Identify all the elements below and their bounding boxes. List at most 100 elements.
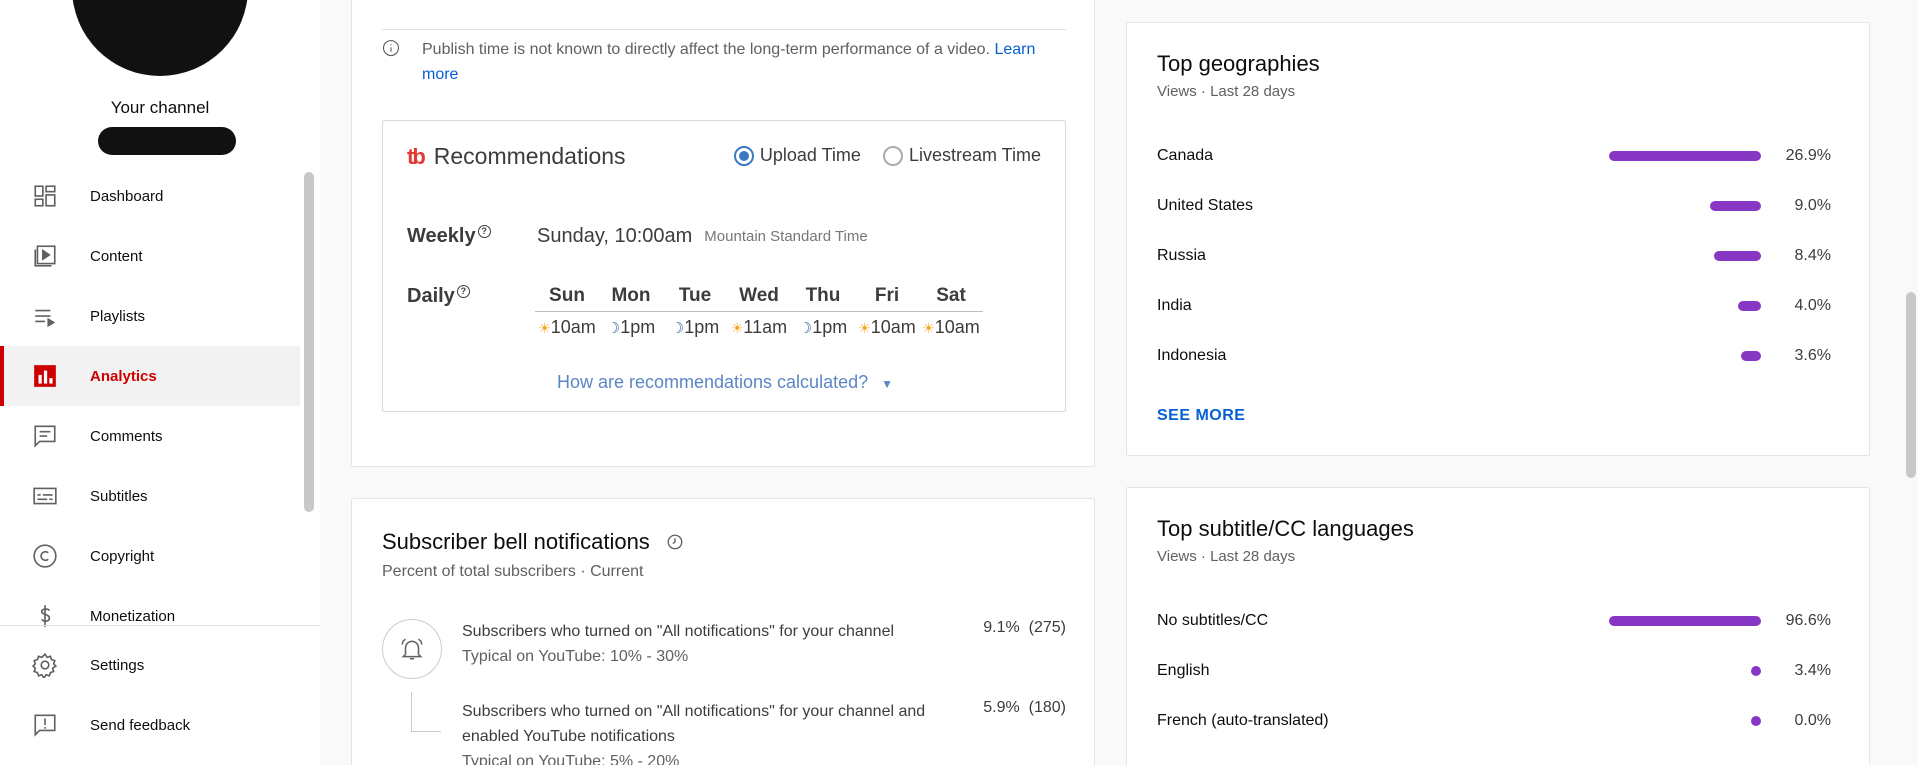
sidebar-divider [0, 625, 320, 626]
how-calculated-toggle[interactable]: How are recommendations calculated? ▼ [383, 372, 1067, 393]
sidebar-item-label: Comments [90, 427, 163, 445]
day-name: Thu [791, 285, 855, 312]
stat-row-value: 4.0% [1794, 297, 1831, 314]
info-icon [382, 37, 422, 87]
day-time: 10am [550, 317, 596, 337]
sidebar-item-analytics[interactable]: Analytics [0, 346, 300, 406]
page-scrollbar[interactable] [1906, 292, 1916, 478]
stat-row: French (auto-translated) 0.0% [1157, 696, 1841, 746]
sun-icon: ☀ [858, 320, 871, 336]
subtitles-icon [0, 483, 90, 509]
day-column-thu: Thu ☽1pm [791, 285, 855, 338]
stat-bar [1710, 201, 1761, 211]
bell-row: Subscribers who turned on "All notificat… [382, 619, 1066, 679]
stat-row-label: Russia [1157, 247, 1206, 264]
bell-row-typical: Typical on YouTube: 10% - 30% [462, 648, 689, 665]
bell-row-typical: Typical on YouTube: 5% - 20% [462, 753, 680, 765]
analytics-icon [0, 363, 90, 389]
publish-info-text: Publish time is not known to directly af… [422, 41, 990, 58]
sidebar-scrollbar[interactable] [304, 172, 314, 512]
geographies-list: Canada 26.9% United States 9.0% Russia 8.4% In… [1157, 131, 1841, 381]
moon-icon: ☽ [606, 320, 621, 337]
radio-unchecked-icon [882, 145, 903, 166]
sidebar-item-label: Playlists [90, 307, 146, 325]
stat-row: English 3.4% [1157, 646, 1841, 696]
copyright-icon [0, 543, 90, 569]
day-column-sun: Sun ☀10am [535, 285, 599, 338]
stat-row: No subtitles/CC 96.6% [1157, 596, 1841, 646]
time-type-radio-group: Upload Time Livestream Time [712, 145, 1041, 166]
stat-row-value: 3.6% [1794, 347, 1831, 364]
sidebar-item-send-feedback[interactable]: Send feedback [0, 695, 300, 755]
timezone: Mountain Standard Time [704, 228, 868, 245]
stat-row-label: Indonesia [1157, 347, 1227, 364]
day-column-tue: Tue ☽1pm [663, 285, 727, 338]
daily-schedule: Sun ☀10am Mon ☽1pm Tue ☽1pm Wed ☀11am Th… [535, 285, 983, 338]
geographies-title: Top geographies [1157, 51, 1320, 76]
subtitles-subtitle: Views · Last 28 days [1157, 548, 1296, 565]
sidebar-item-label: Copyright [90, 547, 155, 565]
stat-row: India 4.0% [1157, 281, 1841, 331]
see-more-button[interactable]: SEE MORE [1157, 407, 1245, 425]
sidebar-item-subtitles[interactable]: Subtitles [0, 466, 300, 526]
settings-icon [0, 652, 90, 678]
stat-row: United States 9.0% [1157, 181, 1841, 231]
stat-row-value: 26.9% [1785, 147, 1831, 164]
stat-bar [1713, 251, 1761, 261]
avatar[interactable] [72, 0, 248, 76]
publish-time-card: Publish time is not known to directly af… [351, 0, 1095, 467]
sidebar-item-label: Content [90, 247, 143, 265]
caret-down-icon: ▼ [881, 377, 894, 391]
day-name: Wed [727, 285, 791, 312]
help-icon[interactable]: ? [456, 285, 470, 298]
studio-page: Your channel Dashboard Content Playlists [0, 0, 1918, 765]
clock-icon[interactable] [666, 533, 684, 551]
stat-row-label: United States [1157, 197, 1254, 214]
sidebar-item-label: Settings [90, 656, 145, 674]
day-time: 10am [934, 317, 980, 337]
day-time: 1pm [812, 317, 848, 337]
daily-label: Daily [407, 285, 455, 307]
radio-checked-icon [733, 145, 754, 166]
help-icon[interactable]: ? [477, 225, 491, 238]
stat-row-value: 9.0% [1794, 197, 1831, 214]
sidebar-item-settings[interactable]: Settings [0, 635, 300, 695]
sidebar-item-label: Analytics [90, 367, 157, 385]
playlists-icon [0, 303, 90, 329]
day-name: Fri [855, 285, 919, 312]
upload-time-label: Upload Time [759, 145, 861, 165]
content-icon [0, 243, 90, 269]
sidebar: Your channel Dashboard Content Playlists [0, 0, 320, 765]
stat-row-label: No subtitles/CC [1157, 612, 1269, 629]
bell-notifications-card: Subscriber bell notifications Percent of… [351, 498, 1095, 765]
daily-label-wrap: Daily? [407, 285, 537, 308]
sidebar-bottom-nav: Settings Send feedback [0, 635, 300, 755]
sidebar-item-content[interactable]: Content [0, 226, 300, 286]
moon-icon: ☽ [670, 320, 685, 337]
upload-time-radio[interactable]: Upload Time [733, 145, 861, 166]
day-name: Sun [535, 285, 599, 312]
top-subtitle-languages-card: Top subtitle/CC languages Views · Last 2… [1126, 487, 1870, 765]
sidebar-item-copyright[interactable]: Copyright [0, 526, 300, 586]
stat-row-label: French (auto-translated) [1157, 712, 1329, 729]
recommendations-title: Recommendations [433, 143, 626, 169]
day-column-sat: Sat ☀10am [919, 285, 983, 338]
weekly-value: Sunday, 10:00am [537, 225, 693, 247]
sidebar-item-dashboard[interactable]: Dashboard [0, 166, 300, 226]
stat-row-value: 3.4% [1794, 662, 1831, 679]
bell-title: Subscriber bell notifications [382, 529, 650, 554]
publish-info: Publish time is not known to directly af… [382, 37, 1072, 87]
stat-bar [1738, 301, 1761, 311]
recommendations-header: tb Recommendations [407, 143, 626, 170]
bell-row-text: Subscribers who turned on "All notificat… [462, 703, 926, 745]
bell-subtitle: Percent of total subscribers · Current [382, 563, 644, 580]
sidebar-item-playlists[interactable]: Playlists [0, 286, 300, 346]
how-calculated-label: How are recommendations calculated? [556, 372, 869, 392]
livestream-time-radio[interactable]: Livestream Time [882, 145, 1041, 166]
channel-label: Your channel [110, 98, 210, 117]
sidebar-item-comments[interactable]: Comments [0, 406, 300, 466]
stat-row-label: Canada [1157, 147, 1214, 164]
stat-row-value: 0.0% [1794, 712, 1831, 729]
day-time: 10am [870, 317, 916, 337]
stat-row-label: India [1157, 297, 1192, 314]
